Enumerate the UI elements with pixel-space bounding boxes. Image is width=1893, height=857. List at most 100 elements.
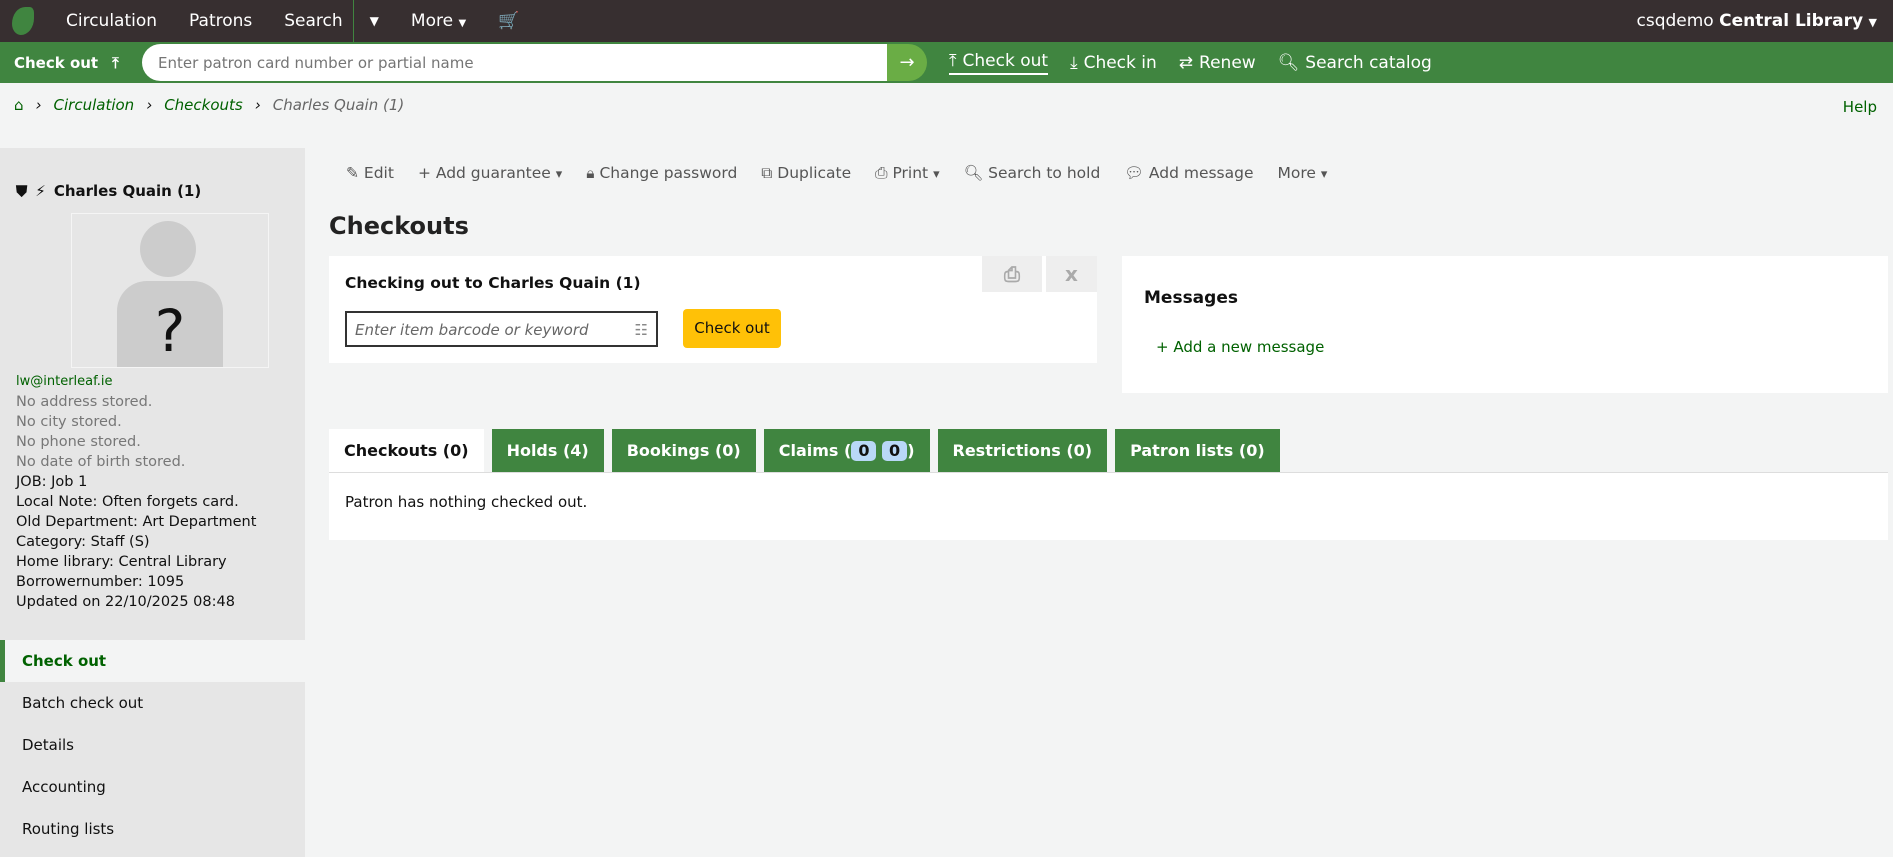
menu-batch-check-out[interactable]: Batch check out — [0, 682, 305, 724]
count-badge: 0 — [851, 441, 877, 461]
nav-search[interactable]: Search — [268, 11, 352, 31]
label: ) — [907, 441, 915, 460]
info-line: Borrowernumber: 1095 — [16, 574, 185, 590]
tab-bookings[interactable]: Bookings (0) — [611, 429, 756, 473]
link-check-in[interactable]: ⤓ Check in — [1070, 53, 1157, 73]
patron-info: lw@interleaf.ie No address stored. No ci… — [16, 372, 256, 612]
breadcrumb: ⌂ › Circulation › Checkouts › Charles Quain… — [14, 96, 404, 114]
label: Edit — [363, 164, 394, 182]
breadcrumb-current: Charles Quain (1) — [272, 96, 405, 114]
label: Change password — [599, 164, 738, 182]
info-line: Category: Staff (S) — [16, 534, 150, 550]
label: Print — [892, 164, 929, 182]
menu-details[interactable]: Details — [0, 724, 305, 766]
chevron-icon: › — [254, 96, 261, 114]
info-line: No address stored. — [16, 394, 153, 410]
help-link[interactable]: Help — [1843, 98, 1877, 116]
menu-accounting[interactable]: Accounting — [0, 766, 305, 808]
label: More — [1277, 164, 1316, 182]
caret-icon: ▼ — [1868, 16, 1877, 29]
home-icon[interactable]: ⌂ — [14, 96, 24, 114]
tab-patron-lists[interactable]: Patron lists (0) — [1115, 429, 1280, 473]
koha-logo[interactable] — [12, 7, 34, 35]
renew-icon: ⇄ — [1178, 52, 1194, 73]
upload-icon: ⤒ — [112, 53, 119, 72]
barcode-input[interactable]: Enter item barcode or keyword ☷ — [345, 311, 658, 347]
chevron-icon: › — [35, 96, 42, 114]
print-slip-icon[interactable]: ⎙ — [982, 256, 1042, 292]
submit-arrow-button[interactable]: → — [887, 44, 927, 81]
checkout-mode[interactable]: Check out ⤒ — [0, 42, 142, 83]
info-line: JOB: Job 1 — [16, 474, 88, 490]
search-dropdown-caret-icon[interactable]: ▼ — [354, 14, 395, 28]
tab-claims[interactable]: Claims (0 0) — [763, 429, 930, 473]
close-button[interactable]: x — [1046, 256, 1097, 292]
link-label: Check in — [1083, 52, 1157, 73]
check-out-button[interactable]: Check out — [683, 309, 781, 348]
caret-icon: ▼ — [458, 18, 467, 29]
lightning-icon: ⚡ — [35, 182, 46, 200]
patron-toolbar: ✎ Edit + Add guarantee ▾ 🔒︎ Change passw… — [346, 164, 1327, 183]
patron-tabs: Checkouts (0) Holds (4) Bookings (0) Cla… — [329, 429, 1280, 473]
info-line: Old Department: Art Department — [16, 514, 257, 530]
search-to-hold-button[interactable]: 🔍︎ Search to hold — [964, 164, 1101, 183]
menu-check-out[interactable]: Check out — [0, 640, 305, 682]
patron-email[interactable]: lw@interleaf.ie — [16, 372, 256, 392]
nav-circulation[interactable]: Circulation — [50, 11, 173, 31]
link-label: Renew — [1199, 52, 1256, 73]
patron-photo-placeholder: ? — [71, 213, 269, 368]
label: Duplicate — [777, 164, 852, 182]
add-message-link[interactable]: + Add a new message — [1156, 338, 1324, 356]
breadcrumb-checkouts[interactable]: Checkouts — [164, 96, 243, 114]
tab-checkouts[interactable]: Checkouts (0) — [329, 429, 484, 473]
cart-icon[interactable]: 🛒 — [482, 11, 535, 31]
info-line: No phone stored. — [16, 434, 141, 450]
nav-more[interactable]: More ▼ — [395, 11, 482, 31]
label: Add a new message — [1173, 338, 1325, 356]
patron-menu: Check out Batch check out Details Accoun… — [0, 640, 305, 850]
patron-search-input[interactable] — [142, 44, 887, 81]
link-label: Search catalog — [1305, 52, 1432, 73]
more-button[interactable]: More ▾ — [1278, 164, 1328, 183]
patron-name: ⛊ ⚡ Charles Quain (1) — [16, 182, 201, 200]
mode-label: Check out — [14, 53, 99, 72]
add-guarantee-button[interactable]: + Add guarantee ▾ — [418, 164, 562, 183]
shield-icon: ⛊ — [16, 182, 28, 200]
patron-name-text: Charles Quain (1) — [53, 182, 202, 200]
messages-panel: Messages + Add a new message — [1122, 256, 1888, 393]
info-line: Home library: Central Library — [16, 554, 227, 570]
link-renew[interactable]: ⇄ Renew — [1179, 53, 1256, 73]
caret-icon: ▾ — [933, 167, 940, 182]
caret-icon: ▾ — [1320, 167, 1328, 182]
change-password-button[interactable]: 🔒︎ Change password — [586, 164, 737, 183]
link-label: Check out — [962, 50, 1049, 71]
nav-patrons[interactable]: Patrons — [173, 11, 268, 31]
checkout-title: Checking out to Charles Quain (1) — [345, 274, 641, 292]
tab-restrictions[interactable]: Restrictions (0) — [937, 429, 1108, 473]
link-check-out[interactable]: ⤒ Check out — [949, 50, 1049, 75]
breadcrumb-circulation[interactable]: Circulation — [54, 96, 135, 114]
messages-title: Messages — [1144, 288, 1238, 308]
duplicate-button[interactable]: ⧉ Duplicate — [761, 164, 851, 183]
link-search-catalog[interactable]: 🔍︎ Search catalog — [1278, 53, 1432, 73]
top-nav: Circulation Patrons Search ▼ More ▼ 🛒 cs… — [0, 0, 1893, 42]
menu-routing-lists[interactable]: Routing lists — [0, 808, 305, 850]
add-message-button[interactable]: 💬︎ Add message — [1124, 164, 1253, 183]
edit-button[interactable]: ✎ Edit — [346, 164, 394, 183]
caret-icon: ▾ — [555, 167, 563, 182]
tab-holds[interactable]: Holds (4) — [491, 429, 604, 473]
label: Add message — [1148, 164, 1254, 182]
chevron-icon: › — [146, 96, 153, 114]
print-button[interactable]: ⎙ Print ▾ — [875, 164, 939, 183]
checkouts-tab-panel: Patron has nothing checked out. — [329, 472, 1888, 540]
label: Search to hold — [988, 164, 1101, 182]
label: Claims ( — [778, 441, 852, 460]
checkout-panel: Checking out to Charles Quain (1) ⎙ x En… — [329, 256, 1097, 363]
nav-more-label: More — [410, 11, 454, 31]
info-line: Local Note: Often forgets card. — [16, 494, 239, 510]
label: Add guarantee — [435, 164, 551, 182]
settings-sliders-icon[interactable]: ☷ — [635, 321, 648, 339]
info-line: No city stored. — [16, 414, 122, 430]
user-menu[interactable]: csqdemo Central Library ▼ — [1637, 11, 1878, 31]
empty-message: Patron has nothing checked out. — [345, 493, 588, 511]
